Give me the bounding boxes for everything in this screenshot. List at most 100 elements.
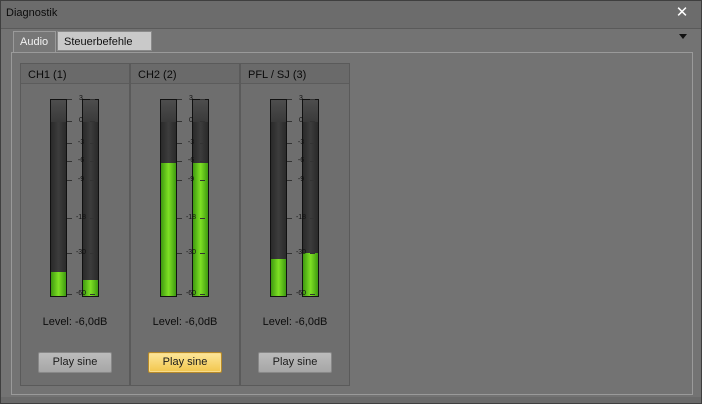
- tick-line: [90, 121, 95, 122]
- tick-line: [200, 253, 205, 254]
- tick-line: [287, 161, 292, 162]
- title-bar[interactable]: Diagnostik ✕: [1, 1, 701, 29]
- meter-cap: [161, 100, 176, 122]
- tick-line: [90, 294, 95, 295]
- channel-strip: CH1 (1) 3 0 -3 -6 -9 -18 -30 -60 Level: -6,0dB Pla…: [20, 63, 130, 386]
- tick-label: 0: [79, 117, 83, 124]
- channel-header: PFL / SJ (3): [241, 64, 349, 84]
- scale-tick: -60: [67, 289, 95, 299]
- tick-label: -18: [295, 214, 307, 221]
- tick-label: -3: [187, 139, 195, 146]
- level-meter-left: [270, 99, 287, 297]
- tick-line: [67, 143, 72, 144]
- tick-label: -60: [75, 290, 87, 297]
- meter-fill: [51, 272, 66, 296]
- scale-tick: 3: [287, 94, 315, 104]
- tick-line: [177, 161, 182, 162]
- tick-line: [287, 253, 292, 254]
- tick-line: [287, 180, 292, 181]
- play-sine-button[interactable]: Play sine: [148, 352, 222, 373]
- scale-tick: -9: [177, 175, 205, 185]
- diagnostik-window: Diagnostik ✕ Audio Steuerbefehle CH1 (1)…: [0, 0, 702, 404]
- tick-line: [67, 218, 72, 219]
- meter-fill: [161, 163, 176, 296]
- tick-line: [310, 180, 315, 181]
- tick-label: -3: [297, 139, 305, 146]
- tick-line: [310, 218, 315, 219]
- tick-line: [67, 180, 72, 181]
- close-icon[interactable]: ✕: [675, 4, 689, 22]
- tick-line: [287, 143, 292, 144]
- tick-line: [67, 99, 72, 100]
- scale-tick: 3: [177, 94, 205, 104]
- tick-line: [177, 143, 182, 144]
- channel-header: CH2 (2): [131, 64, 239, 84]
- tick-label: -6: [187, 157, 195, 164]
- meter-cap: [51, 100, 66, 122]
- status-bar: [1, 397, 701, 403]
- tick-line: [200, 218, 205, 219]
- play-sine-button[interactable]: Play sine: [38, 352, 112, 373]
- channel-strip: CH2 (2) 3 0 -3 -6 -9 -18 -30 -60 Level: -6,0dB Pla…: [130, 63, 240, 386]
- channel-title: PFL / SJ (3): [248, 69, 307, 81]
- tick-line: [177, 121, 182, 122]
- tick-line: [177, 99, 182, 100]
- tick-line: [177, 180, 182, 181]
- tick-label: -18: [75, 214, 87, 221]
- tick-line: [90, 180, 95, 181]
- scale-tick: -18: [287, 213, 315, 223]
- level-meter-left: [160, 99, 177, 297]
- tick-line: [310, 253, 315, 254]
- tab-menu-dropdown-icon[interactable]: [679, 34, 687, 39]
- tick-line: [287, 218, 292, 219]
- tick-label: -60: [295, 290, 307, 297]
- scale-tick: -3: [287, 138, 315, 148]
- channel-title: CH1 (1): [28, 69, 67, 81]
- tick-line: [287, 121, 292, 122]
- play-sine-button[interactable]: Play sine: [258, 352, 332, 373]
- meter-cap: [271, 100, 286, 122]
- level-readout: Level: -6,0dB: [42, 316, 108, 328]
- tick-label: -9: [297, 176, 305, 183]
- scale-tick: -60: [287, 289, 315, 299]
- tick-line: [310, 121, 315, 122]
- tick-line: [200, 180, 205, 181]
- db-scale: 3 0 -3 -6 -9 -18 -30 -60: [177, 95, 205, 299]
- tick-line: [200, 121, 205, 122]
- level-readout: Level: -6,0dB: [262, 316, 328, 328]
- meter-fill: [271, 259, 286, 296]
- scale-tick: -9: [67, 175, 95, 185]
- tick-label: -6: [77, 157, 85, 164]
- tick-line: [310, 143, 315, 144]
- scale-tick: -3: [67, 138, 95, 148]
- level-meter-left: [50, 99, 67, 297]
- tick-line: [90, 161, 95, 162]
- scale-tick: -6: [67, 156, 95, 166]
- tick-label: -60: [185, 290, 197, 297]
- scale-tick: 3: [67, 94, 95, 104]
- scale-tick: -9: [287, 175, 315, 185]
- tick-label: 3: [189, 95, 193, 102]
- tick-line: [90, 99, 95, 100]
- scale-tick: -30: [177, 248, 205, 258]
- tick-label: 3: [299, 95, 303, 102]
- scale-tick: 0: [177, 116, 205, 126]
- scale-tick: -30: [67, 248, 95, 258]
- scale-tick: -30: [287, 248, 315, 258]
- channel-strip: PFL / SJ (3) 3 0 -3 -6 -9 -18 -30 -60 Level: -6,0…: [240, 63, 350, 386]
- scale-tick: -60: [177, 289, 205, 299]
- scale-tick: -6: [177, 156, 205, 166]
- tab-audio[interactable]: Audio: [13, 31, 56, 53]
- scale-tick: -6: [287, 156, 315, 166]
- channel-title: CH2 (2): [138, 69, 177, 81]
- scale-tick: 0: [287, 116, 315, 126]
- tick-line: [287, 294, 292, 295]
- tick-label: 3: [79, 95, 83, 102]
- tick-label: -18: [185, 214, 197, 221]
- tick-label: -6: [297, 157, 305, 164]
- tick-line: [90, 218, 95, 219]
- tick-label: 0: [299, 117, 303, 124]
- tick-label: -3: [77, 139, 85, 146]
- tab-steuerbefehle[interactable]: Steuerbefehle: [57, 31, 152, 51]
- tick-line: [200, 143, 205, 144]
